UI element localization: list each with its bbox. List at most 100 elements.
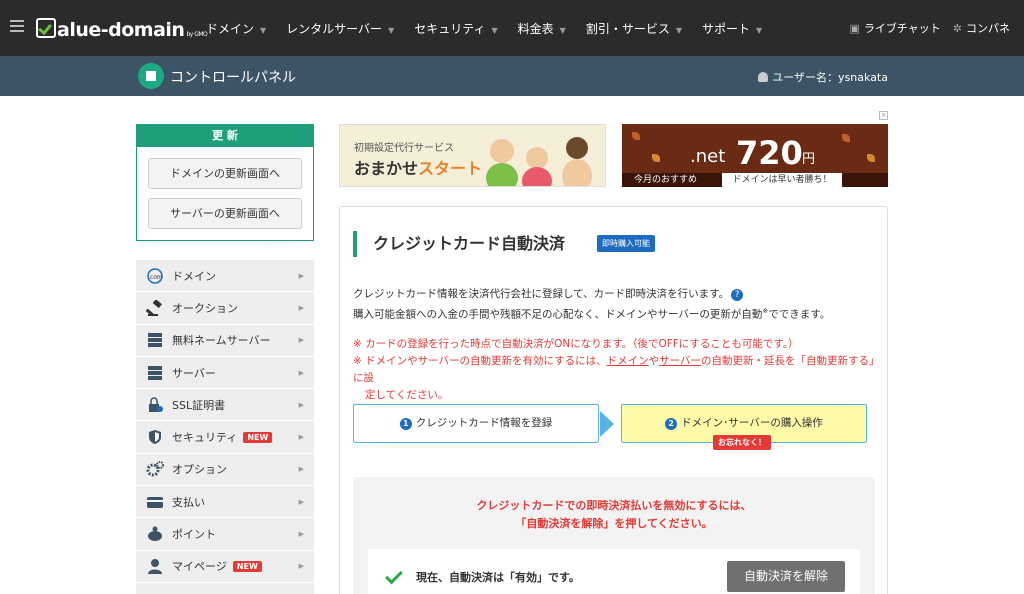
control-panel-title[interactable]: コントロールパネル xyxy=(170,67,296,87)
sidebar-item-more[interactable] xyxy=(136,582,314,594)
instant-purchase-badge: 即時購入可能 xyxy=(597,235,655,252)
chevron-right-icon: ▶ xyxy=(298,336,304,345)
caret-down-icon: ▼ xyxy=(675,26,682,35)
nav-support[interactable]: サポート ▼ xyxy=(702,20,762,37)
person-illustration-body xyxy=(486,163,518,186)
sidebar-item-points[interactable]: ポイント ▶ xyxy=(136,518,314,551)
piggy-icon xyxy=(146,526,164,542)
sidebar-item-ssl[interactable]: SSL証明書 ▶ xyxy=(136,389,314,422)
user-icon xyxy=(758,72,769,82)
chevron-right-icon: ▶ xyxy=(298,271,304,280)
omakase-start-banner[interactable]: 初期設定代行サービス おまかせスタート xyxy=(339,124,606,187)
sidebar-item-auction[interactable]: オークション ▶ xyxy=(136,292,314,325)
lock-icon xyxy=(146,397,164,413)
leaf-decoration xyxy=(652,154,660,162)
server-link[interactable]: サーバー xyxy=(659,355,701,367)
banner-yen: 円 xyxy=(802,152,816,167)
server-renew-button[interactable]: サーバーの更新画面へ xyxy=(148,198,302,229)
sidebar-item-domain[interactable]: .com ドメイン ▶ xyxy=(136,260,314,293)
chevron-right-icon: ▶ xyxy=(298,497,304,506)
hamburger-icon[interactable] xyxy=(10,20,24,32)
top-navbar: alue-domain by GMO ドメイン ▼ レンタルサーバー ▼ セキュリティ… xyxy=(0,0,1024,56)
nav-security[interactable]: セキュリティ ▼ xyxy=(414,20,497,37)
renew-title: 更 新 xyxy=(137,125,313,147)
logo-v-mark xyxy=(36,18,56,38)
notes: ※ カードの登録を行った時点で自動決済がONになります。（後でOFFにすることも… xyxy=(353,338,880,401)
new-badge: NEW xyxy=(243,431,273,443)
live-chat-link[interactable]: ▣ ライブチャット xyxy=(849,20,940,36)
com-globe-icon: .com xyxy=(146,267,164,284)
logo-text: alue-domain xyxy=(57,19,185,41)
caret-down-icon: ▼ xyxy=(559,26,566,35)
value-domain-logo[interactable]: alue-domain by GMO xyxy=(36,16,208,41)
username-display: ユーザー名：ysnakata xyxy=(758,69,888,85)
sidebar-item-server[interactable]: サーバー ▶ xyxy=(136,356,314,390)
sidebar-item-security[interactable]: セキュリティ NEW ▶ xyxy=(136,421,314,454)
sidebar-item-mypage[interactable]: マイページ NEW ▶ xyxy=(136,550,314,583)
help-icon[interactable]: ? xyxy=(731,289,744,301)
server-icon xyxy=(146,332,164,348)
person-illustration-icon xyxy=(490,139,514,163)
page-title: クレジットカード自動決済 xyxy=(353,231,565,257)
disable-autopay-section: クレジットカードでの即時決済払いを無効にするには、 「自動決済を解除」を押してく… xyxy=(353,477,875,594)
disable-message: クレジットカードでの即時決済払いを無効にするには、 「自動決済を解除」を押してく… xyxy=(476,499,752,530)
person-illustration-icon xyxy=(566,137,588,159)
banner-bottom-strip: 今月のおすすめ ドメインは早い者勝ち！ xyxy=(622,173,888,187)
chevron-right-icon: ▶ xyxy=(298,433,304,442)
description: クレジットカード情報を決済代行会社に登録して、カード即時決済を行います。? 購入… xyxy=(353,288,831,321)
nav-discounts[interactable]: 割引・サービス ▼ xyxy=(586,20,682,37)
close-icon[interactable]: × xyxy=(879,111,888,120)
control-panel-icon xyxy=(138,63,164,89)
person-illustration-body xyxy=(522,167,552,186)
autopay-status-box: 現在、自動決済は「有効」です。 自動決済を解除 xyxy=(368,549,860,594)
leaf-decoration xyxy=(842,134,850,142)
chevron-right-icon: ▶ xyxy=(298,303,304,312)
caret-down-icon: ▼ xyxy=(491,26,498,35)
leaf-decoration xyxy=(867,154,875,162)
server-icon xyxy=(146,365,164,381)
nav-rental-server[interactable]: レンタルサーバー ▼ xyxy=(286,20,394,37)
main-nav: ドメイン ▼ レンタルサーバー ▼ セキュリティ ▼ 料金表 ▼ 割引・サービス ▼ サポ… xyxy=(206,20,782,37)
person-illustration-icon xyxy=(526,147,548,169)
shield-icon xyxy=(146,429,164,445)
chevron-right-icon: ▶ xyxy=(298,400,304,409)
gear-icon: ✲ xyxy=(952,22,962,35)
step-number: 2 xyxy=(665,418,678,430)
banner-price: 720 xyxy=(736,134,803,172)
net-domain-banner[interactable]: .net 720 円 今月のおすすめ ドメインは早い者勝ち！ xyxy=(622,124,888,187)
banner-subtitle: 初期設定代行サービス xyxy=(354,143,454,154)
person-illustration-body xyxy=(562,159,592,186)
sidebar-item-options[interactable]: オプション ▶ xyxy=(136,453,314,487)
top-right-links: ▣ ライブチャット ✲ コンパネ xyxy=(837,20,1010,36)
domain-renew-button[interactable]: ドメインの更新画面へ xyxy=(148,158,302,189)
caret-down-icon: ▼ xyxy=(388,26,395,35)
caret-down-icon: ▼ xyxy=(756,26,763,35)
new-badge: NEW xyxy=(232,560,262,572)
leaf-decoration xyxy=(632,132,640,140)
chevron-right-icon: ▶ xyxy=(298,562,304,571)
dont-forget-badge: お忘れなく！ xyxy=(713,435,771,450)
chevron-right-icon: ▶ xyxy=(298,368,304,377)
caret-down-icon: ▼ xyxy=(260,26,267,35)
gears-icon xyxy=(146,461,164,477)
sidebar-item-payment[interactable]: 支払い ▶ xyxy=(136,486,314,519)
sidebar-item-free-nameserver[interactable]: 無料ネームサーバー ▶ xyxy=(136,324,314,357)
sidebar-menu: .com ドメイン ▶ オークション ▶ 無料ネームサーバー ▶ サーバー ▶ SSL証… xyxy=(136,260,314,594)
nav-domain[interactable]: ドメイン ▼ xyxy=(206,20,266,37)
chat-icon: ▣ xyxy=(849,22,860,35)
card-icon xyxy=(146,494,164,510)
chevron-right-icon: ▶ xyxy=(298,530,304,539)
nav-pricing[interactable]: 料金表 ▼ xyxy=(518,20,566,37)
control-panel-link[interactable]: ✲ コンパネ xyxy=(953,20,1010,36)
logo-gmo: by GMO xyxy=(186,31,208,38)
chevron-right-icon: ▶ xyxy=(298,465,304,474)
autopay-status: 現在、自動決済は「有効」です。 xyxy=(416,571,580,584)
step-number: 1 xyxy=(399,418,412,430)
check-icon xyxy=(385,566,403,585)
banner-tld: .net xyxy=(690,146,726,167)
step-register-card: 1 クレジットカード情報を登録 xyxy=(353,404,599,443)
step-arrow-icon xyxy=(600,411,614,437)
domain-link[interactable]: ドメイン xyxy=(607,355,649,367)
credit-card-autopay-card: クレジットカード自動決済 即時購入可能 クレジットカード情報を決済代行会社に登録… xyxy=(339,206,888,594)
cancel-autopay-button[interactable]: 自動決済を解除 xyxy=(727,561,845,592)
